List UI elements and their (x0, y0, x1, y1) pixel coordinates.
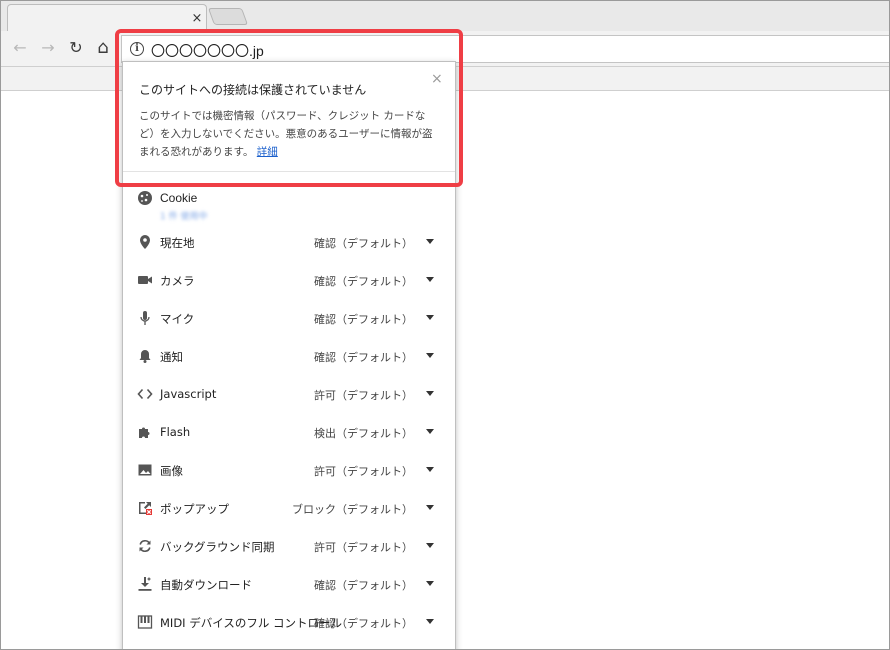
permission-value[interactable]: 確認（デフォルト） (314, 311, 413, 327)
permission-row-midi[interactable]: MIDI デバイスのフル コントロール 確認（デフォルト） (123, 604, 455, 642)
reload-icon[interactable]: ↻ (66, 38, 86, 58)
permission-value[interactable]: 許可（デフォルト） (314, 539, 413, 555)
permission-row-mic[interactable]: マイク 確認（デフォルト） (123, 300, 455, 338)
permission-row-flash[interactable]: Flash 検出（デフォルト） (123, 414, 455, 452)
permission-value[interactable]: 確認（デフォルト） (314, 577, 413, 593)
highlight-annotation (115, 29, 463, 187)
permission-label: 自動ダウンロード (160, 578, 252, 592)
cookie-icon (138, 191, 152, 205)
chevron-down-icon[interactable] (426, 505, 434, 510)
permission-value[interactable]: 許可（デフォルト） (314, 463, 413, 479)
permission-value[interactable]: 確認（デフォルト） (314, 615, 413, 631)
permission-value[interactable]: 確認（デフォルト） (314, 349, 413, 365)
forward-icon[interactable]: → (38, 38, 58, 58)
chevron-down-icon[interactable] (426, 429, 434, 434)
permission-label: 画像 (160, 464, 183, 478)
permission-row-javascript[interactable]: Javascript 許可（デフォルト） (123, 376, 455, 414)
permission-row-popups[interactable]: ポップアップ ブロック（デフォルト） (123, 490, 455, 528)
chevron-down-icon[interactable] (426, 581, 434, 586)
permission-row-images[interactable]: 画像 許可（デフォルト） (123, 452, 455, 490)
browser-window: × ← → ↻ ⌂ i 〇〇〇〇〇〇〇.jp このサイトへの接続は保護されていま… (0, 0, 890, 650)
camera-icon (138, 276, 152, 284)
permission-row-auto-download[interactable]: 自動ダウンロード 確認（デフォルト） (123, 566, 455, 604)
chevron-down-icon[interactable] (426, 391, 434, 396)
bell-icon (139, 350, 151, 363)
permission-value[interactable]: 許可（デフォルト） (314, 387, 413, 403)
piano-keys-icon (137, 615, 153, 629)
permission-value[interactable]: ブロック（デフォルト） (292, 501, 413, 517)
tab-strip: × (1, 1, 889, 32)
puzzle-icon (139, 427, 150, 438)
cookie-row[interactable]: Cookie 1 件 使用中 (123, 182, 455, 226)
tab-close-icon[interactable]: × (189, 11, 205, 27)
permission-label: 現在地 (160, 236, 195, 250)
permission-value[interactable]: 確認（デフォルト） (314, 273, 413, 289)
chevron-down-icon[interactable] (426, 543, 434, 548)
permission-row-location[interactable]: 現在地 確認（デフォルト） (123, 224, 455, 262)
popup-blocked-icon (139, 502, 152, 515)
chevron-down-icon[interactable] (426, 353, 434, 358)
chevron-down-icon[interactable] (426, 467, 434, 472)
permission-label: 通知 (160, 350, 183, 364)
permission-row-background-sync[interactable]: バックグラウンド同期 許可（デフォルト） (123, 528, 455, 566)
code-icon (137, 388, 153, 400)
new-tab-button[interactable] (207, 8, 249, 25)
cookie-in-use-link[interactable]: 1 件 使用中 (160, 209, 207, 222)
permission-label: カメラ (160, 274, 195, 288)
permission-label: マイク (160, 312, 195, 326)
microphone-icon (140, 311, 150, 325)
permission-label: Javascript (160, 387, 217, 401)
back-icon[interactable]: ← (10, 38, 30, 58)
location-pin-icon (140, 235, 150, 249)
chevron-down-icon[interactable] (426, 619, 434, 624)
permission-label: バックグラウンド同期 (160, 540, 275, 554)
permission-label: ポップアップ (160, 502, 229, 516)
permission-value[interactable]: 検出（デフォルト） (314, 425, 413, 441)
chevron-down-icon[interactable] (426, 315, 434, 320)
permission-row-camera[interactable]: カメラ 確認（デフォルト） (123, 262, 455, 300)
permission-row-notifications[interactable]: 通知 確認（デフォルト） (123, 338, 455, 376)
sync-icon (139, 539, 151, 553)
download-icon (138, 577, 152, 591)
active-tab[interactable]: × (7, 4, 207, 32)
permission-label: Flash (160, 425, 191, 439)
cookie-label: Cookie (160, 191, 198, 205)
permission-value[interactable]: 確認（デフォルト） (314, 235, 413, 251)
chevron-down-icon[interactable] (426, 239, 434, 244)
home-icon[interactable]: ⌂ (93, 38, 113, 58)
image-icon (138, 464, 152, 476)
chevron-down-icon[interactable] (426, 277, 434, 282)
